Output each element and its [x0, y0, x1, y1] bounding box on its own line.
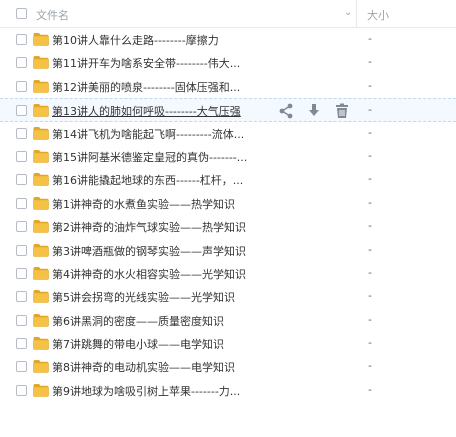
share-icon[interactable] [278, 103, 294, 119]
file-name-link[interactable]: 第2讲神奇的油炸气球实验——热学知识 [52, 219, 246, 235]
row-checkbox[interactable] [16, 314, 27, 326]
folder-icon [33, 32, 49, 46]
file-name-link[interactable]: 第4讲神奇的水火相容实验——光学知识 [52, 266, 246, 282]
file-list: 第10讲人靠什么走路--------摩擦力 - 第11讲开车为啥系安全带------… [0, 28, 456, 402]
file-name-link[interactable]: 第15讲阿基米德鉴定皇冠的真伪-------... [52, 149, 247, 165]
file-row[interactable]: 第5讲会拐弯的光线实验——光学知识 - [0, 285, 456, 308]
file-row[interactable]: 第6讲黑洞的密度——质量密度知识 - [0, 309, 456, 332]
file-name-link[interactable]: 第12讲美丽的喷泉--------固体压强和... [52, 79, 240, 95]
file-name-link[interactable]: 第10讲人靠什么走路--------摩擦力 [52, 32, 219, 48]
row-checkbox[interactable] [16, 221, 27, 233]
file-name-link[interactable]: 第1讲神奇的水煮鱼实验——热学知识 [52, 196, 235, 212]
file-size: - [368, 219, 372, 233]
file-size: - [368, 125, 372, 139]
column-divider [356, 0, 357, 27]
file-name-link[interactable]: 第5讲会拐弯的光线实验——光学知识 [52, 289, 235, 305]
select-all-checkbox[interactable] [16, 8, 27, 19]
row-checkbox[interactable] [16, 34, 27, 45]
file-size: - [368, 103, 372, 117]
folder-icon [33, 126, 49, 140]
file-row[interactable]: 第16讲能撬起地球的东西------杠杆，... - [0, 168, 456, 191]
file-row[interactable]: 第8讲神奇的电动机实验——电学知识 - [0, 355, 456, 378]
folder-icon [33, 79, 49, 93]
row-checkbox[interactable] [16, 267, 27, 279]
delete-icon[interactable] [334, 103, 350, 119]
row-checkbox[interactable] [16, 105, 27, 117]
folder-icon [33, 149, 49, 163]
row-checkbox[interactable] [16, 291, 27, 303]
file-list-header: 文件名 ⌄ 大小 [0, 0, 456, 28]
row-checkbox[interactable] [16, 174, 27, 186]
file-row[interactable]: 第3讲啤酒瓶做的钢琴实验——声学知识 - [0, 239, 456, 262]
file-size: - [368, 195, 372, 209]
file-size: - [368, 148, 372, 162]
row-checkbox[interactable] [16, 338, 27, 350]
file-row[interactable]: 第14讲飞机为啥能起飞啊---------流体... - [0, 122, 456, 145]
file-row[interactable]: 第7讲跳舞的带电小球——电学知识 - [0, 332, 456, 355]
folder-icon [33, 336, 49, 350]
folder-icon [33, 383, 49, 397]
file-size: - [368, 312, 372, 326]
file-size: - [368, 32, 372, 45]
file-name-link[interactable]: 第7讲跳舞的带电小球——电学知识 [52, 336, 224, 352]
sort-arrow-icon[interactable]: ⌄ [344, 7, 352, 18]
row-checkbox[interactable] [16, 197, 27, 209]
file-size: - [368, 289, 372, 303]
download-icon[interactable] [306, 103, 322, 119]
folder-icon [33, 55, 49, 70]
file-size: - [368, 382, 372, 396]
file-size: - [368, 78, 372, 92]
row-checkbox[interactable] [16, 57, 27, 69]
file-row[interactable]: 第4讲神奇的水火相容实验——光学知识 - [0, 262, 456, 285]
folder-icon [33, 289, 49, 304]
file-name-link[interactable]: 第6讲黑洞的密度——质量密度知识 [52, 313, 224, 329]
row-checkbox[interactable] [16, 361, 27, 373]
file-row[interactable]: 第10讲人靠什么走路--------摩擦力 - [0, 28, 456, 51]
file-size: - [368, 265, 372, 279]
file-row[interactable]: 第1讲神奇的水煮鱼实验——热学知识 - [0, 192, 456, 215]
folder-icon [33, 266, 49, 280]
file-name-link[interactable]: 第16讲能撬起地球的东西------杠杆，... [52, 172, 243, 188]
folder-icon [33, 359, 49, 374]
file-size: - [368, 55, 372, 69]
column-header-name[interactable]: 文件名 [36, 7, 69, 23]
row-checkbox[interactable] [16, 384, 27, 396]
file-size: - [368, 336, 372, 350]
folder-icon [33, 243, 49, 257]
file-name-link[interactable]: 第8讲神奇的电动机实验——电学知识 [52, 359, 235, 375]
file-row[interactable]: 第12讲美丽的喷泉--------固体压强和... - [0, 75, 456, 98]
file-name-link[interactable]: 第9讲地球为啥吸引树上苹果-------力... [52, 383, 240, 399]
file-name-link[interactable]: 第14讲飞机为啥能起飞啊---------流体... [52, 126, 244, 142]
file-row[interactable]: 第11讲开车为啥系安全带--------伟大... - [0, 51, 456, 74]
column-header-size[interactable]: 大小 [367, 7, 389, 23]
folder-icon [33, 219, 49, 233]
row-checkbox[interactable] [16, 127, 27, 139]
file-name-link[interactable]: 第3讲啤酒瓶做的钢琴实验——声学知识 [52, 243, 246, 259]
file-size: - [368, 172, 372, 186]
file-row[interactable]: 第2讲神奇的油炸气球实验——热学知识 - [0, 215, 456, 238]
folder-icon [33, 313, 49, 327]
file-name-link[interactable]: 第11讲开车为啥系安全带--------伟大... [52, 55, 240, 71]
row-checkbox[interactable] [16, 244, 27, 256]
folder-icon [33, 103, 49, 117]
file-size: - [368, 359, 372, 373]
file-row[interactable]: 第13讲人的肺如何呼吸--------大气压强 - [0, 98, 456, 122]
row-checkbox[interactable] [16, 150, 27, 162]
file-row[interactable]: 第15讲阿基米德鉴定皇冠的真伪-------... - [0, 145, 456, 168]
file-size: - [368, 242, 372, 256]
row-checkbox[interactable] [16, 80, 27, 92]
folder-icon [33, 196, 49, 210]
folder-icon [33, 172, 49, 187]
file-name-link[interactable]: 第13讲人的肺如何呼吸--------大气压强 [52, 103, 241, 119]
file-row[interactable]: 第9讲地球为啥吸引树上苹果-------力... - [0, 379, 456, 402]
